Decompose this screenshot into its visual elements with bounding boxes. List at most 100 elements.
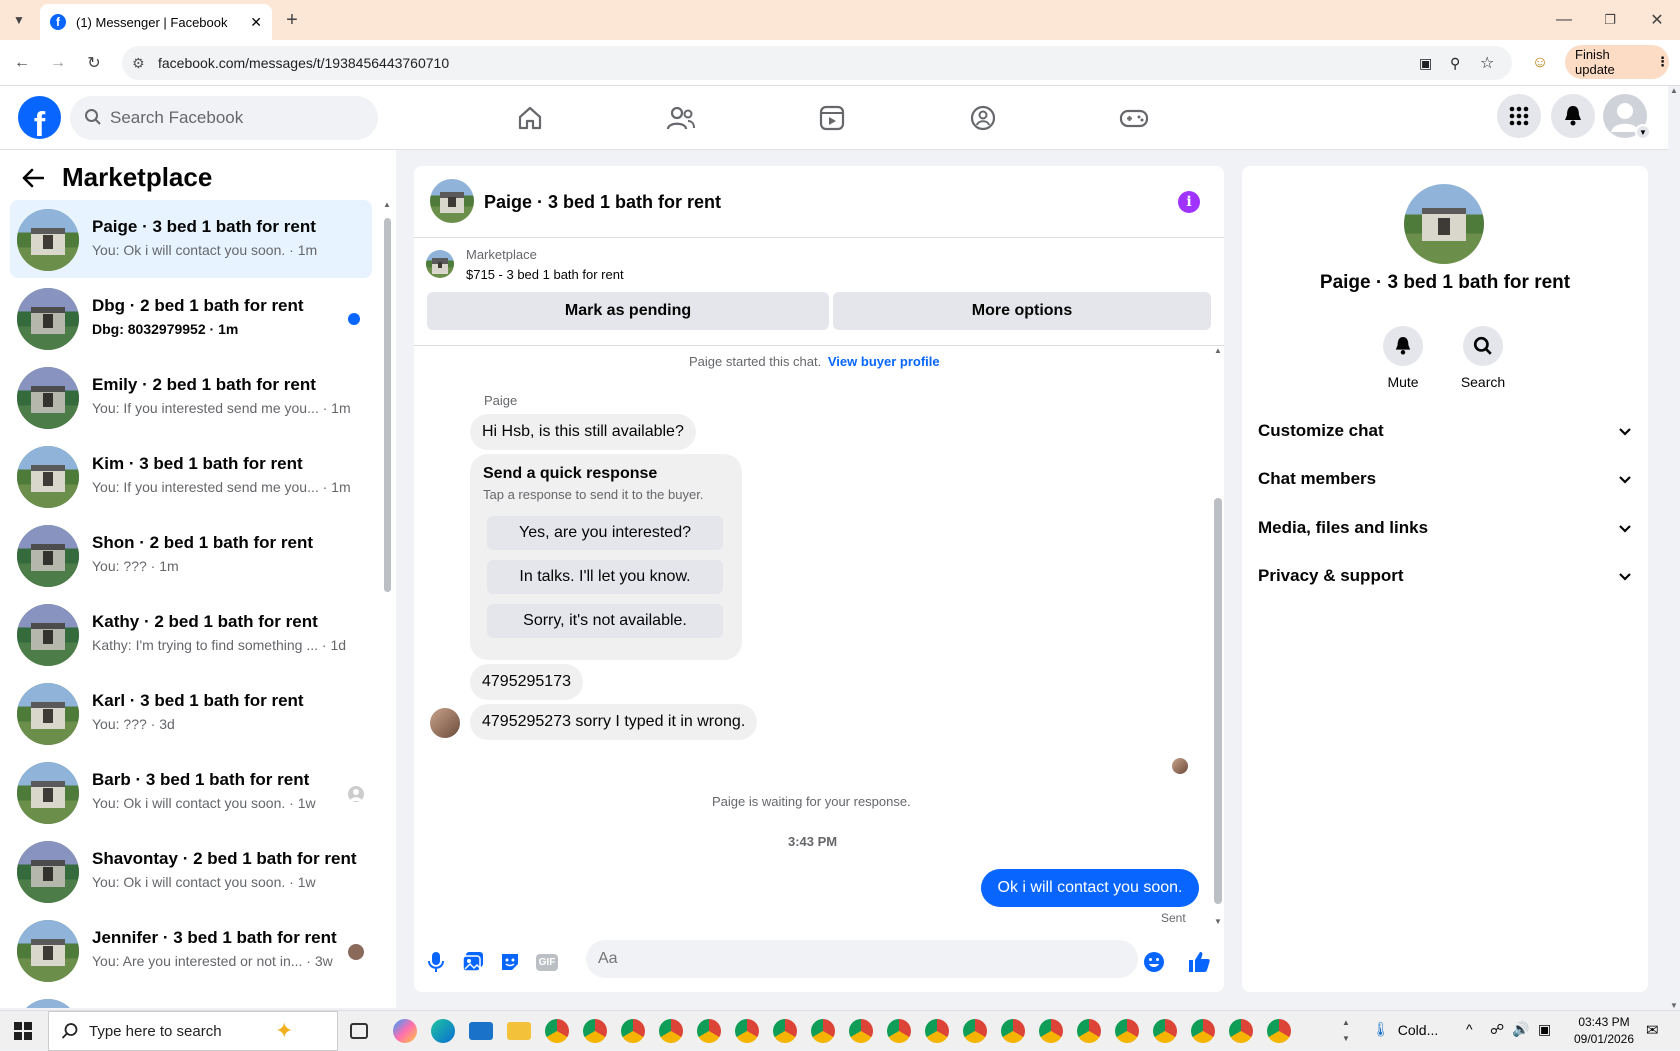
conversation-item[interactable]: Paige · 3 bed 1 bath for rent You: Ok i … xyxy=(10,200,372,278)
chrome-icon[interactable] xyxy=(849,1019,873,1043)
bookmark-star-icon[interactable]: ☆ xyxy=(1480,53,1494,73)
listing-title[interactable]: $715 - 3 bed 1 bath for rent xyxy=(466,267,624,282)
quick-response-option[interactable]: Sorry, it's not available. xyxy=(487,604,723,638)
forward-icon[interactable]: → xyxy=(48,53,68,73)
chrome-icon[interactable] xyxy=(1267,1019,1291,1043)
restore-icon[interactable]: ❐ xyxy=(1600,10,1620,30)
facebook-search-input[interactable]: Search Facebook xyxy=(70,96,378,140)
page-scrollbar[interactable]: ▲ ▼ xyxy=(1668,86,1680,1010)
chrome-icon[interactable] xyxy=(773,1019,797,1043)
chrome-icon[interactable] xyxy=(697,1019,721,1043)
privacy-support-section[interactable]: Privacy & support xyxy=(1258,556,1632,596)
scroll-up-arrow-icon[interactable]: ▲ xyxy=(1212,346,1224,355)
tab-list-icon[interactable]: ▼ xyxy=(9,10,29,30)
reload-icon[interactable]: ↻ xyxy=(84,53,104,73)
microphone-icon[interactable] xyxy=(424,950,448,974)
install-icon[interactable]: ▣ xyxy=(1419,55,1432,72)
conversation-item[interactable]: Emily · 2 bed 1 bath for rent You: If yo… xyxy=(10,358,372,436)
zoom-icon[interactable]: ⚲ xyxy=(1450,55,1460,72)
windows-start-icon[interactable] xyxy=(14,1022,32,1040)
address-bar[interactable]: ⚙ facebook.com/messages/t/19384564437607… xyxy=(122,46,1512,80)
friends-icon[interactable] xyxy=(661,100,701,136)
quick-response-option[interactable]: Yes, are you interested? xyxy=(487,516,723,550)
conversation-item[interactable]: Barb · 3 bed 1 bath for rent You: Ok i w… xyxy=(10,753,372,831)
network-icon[interactable]: ☍ xyxy=(1490,1021,1504,1038)
conversation-item[interactable]: Kim · 3 bed 1 bath for rent You: If you … xyxy=(10,437,372,515)
chrome-icon[interactable] xyxy=(925,1019,949,1043)
mute-button[interactable]: Mute xyxy=(1373,326,1433,390)
profile-icon[interactable]: ☺ xyxy=(1530,53,1550,73)
view-buyer-profile-link[interactable]: View buyer profile xyxy=(828,354,940,369)
quick-response-option[interactable]: In talks. I'll let you know. xyxy=(487,560,723,594)
search-conversation-button[interactable]: Search xyxy=(1453,326,1513,390)
mark-as-pending-button[interactable]: Mark as pending xyxy=(427,292,829,330)
account-avatar[interactable]: ▼ xyxy=(1603,94,1651,140)
taskbar-clock[interactable]: 03:43 PM 09/01/2026 xyxy=(1570,1014,1638,1048)
sender-avatar[interactable] xyxy=(430,708,460,738)
home-icon[interactable] xyxy=(510,100,550,136)
chat-members-section[interactable]: Chat members xyxy=(1258,459,1632,499)
info-icon[interactable]: i xyxy=(1178,191,1200,213)
chrome-icon[interactable] xyxy=(1191,1019,1215,1043)
close-window-icon[interactable]: ✕ xyxy=(1647,10,1667,30)
chrome-icon[interactable] xyxy=(1153,1019,1177,1043)
more-menu-icon[interactable]: ⋮ xyxy=(1656,54,1669,70)
customize-chat-section[interactable]: Customize chat xyxy=(1258,411,1632,451)
browser-tab[interactable]: f (1) Messenger | Facebook ✕ xyxy=(40,4,272,40)
file-explorer-icon[interactable] xyxy=(507,1022,531,1040)
groups-icon[interactable] xyxy=(963,100,1003,136)
back-icon[interactable]: ← xyxy=(12,53,32,73)
conversation-item[interactable]: Shon · 2 bed 1 bath for rent You: ??? · … xyxy=(10,516,372,594)
conversation-item[interactable]: Shavontay · 2 bed 1 bath for rent You: O… xyxy=(10,832,372,910)
chrome-icon[interactable] xyxy=(1039,1019,1063,1043)
back-arrow-icon[interactable] xyxy=(22,168,45,193)
conversation-item[interactable]: Jennifer · 3 bed 1 bath for rent You: Ar… xyxy=(10,911,372,989)
task-view-icon[interactable] xyxy=(350,1023,368,1039)
display-icon[interactable]: ▣ xyxy=(1538,1021,1551,1038)
media-files-links-section[interactable]: Media, files and links xyxy=(1258,508,1632,548)
taskbar-scroll-icon[interactable]: ▲ ▼ xyxy=(1342,1015,1350,1047)
scroll-down-arrow-icon[interactable]: ▼ xyxy=(1668,1001,1680,1010)
chat-header-avatar[interactable] xyxy=(430,179,474,223)
conversation-list-scrollbar[interactable]: ▲ xyxy=(382,200,392,1008)
minimize-icon[interactable]: — xyxy=(1554,10,1574,30)
video-icon[interactable] xyxy=(812,100,852,136)
chat-header-name[interactable]: Paige · 3 bed 1 bath for rent xyxy=(484,192,721,213)
weather-widget[interactable]: 🌡 Cold... xyxy=(1372,1021,1438,1038)
chrome-icon[interactable] xyxy=(811,1019,835,1043)
conversation-item[interactable] xyxy=(10,990,372,1008)
chrome-icon[interactable] xyxy=(659,1019,683,1043)
chrome-icon[interactable] xyxy=(1077,1019,1101,1043)
taskbar-search[interactable]: Type here to search ✦ xyxy=(48,1011,338,1051)
chrome-icon[interactable] xyxy=(887,1019,911,1043)
speaker-icon[interactable]: 🔊 xyxy=(1512,1021,1529,1038)
photo-icon[interactable] xyxy=(461,950,485,974)
notifications-bell-icon[interactable] xyxy=(1551,94,1595,138)
chrome-icon[interactable] xyxy=(1115,1019,1139,1043)
new-tab-icon[interactable]: + xyxy=(282,9,302,31)
chrome-icon[interactable] xyxy=(583,1019,607,1043)
chrome-icon[interactable] xyxy=(621,1019,645,1043)
sticker-icon[interactable] xyxy=(498,950,522,974)
chrome-icon[interactable] xyxy=(1229,1019,1253,1043)
chrome-icon[interactable] xyxy=(545,1019,569,1043)
scrollbar-thumb[interactable] xyxy=(384,218,391,592)
more-options-button[interactable]: More options xyxy=(833,292,1211,330)
edge-icon[interactable] xyxy=(431,1019,455,1043)
chrome-icon[interactable] xyxy=(1001,1019,1025,1043)
scroll-up-arrow-icon[interactable]: ▲ xyxy=(1668,86,1680,95)
finish-update-button[interactable]: Finish update ⋮ xyxy=(1565,45,1669,79)
copilot-icon[interactable] xyxy=(393,1019,417,1043)
conversation-item[interactable]: Karl · 3 bed 1 bath for rent You: ??? · … xyxy=(10,674,372,752)
chat-scrollbar[interactable]: ▲ ▼ xyxy=(1212,346,1224,926)
emoji-icon[interactable] xyxy=(1142,950,1166,974)
chrome-icon[interactable] xyxy=(963,1019,987,1043)
chrome-icon[interactable] xyxy=(735,1019,759,1043)
scrollbar-thumb[interactable] xyxy=(1214,498,1222,904)
gif-icon[interactable]: GIF xyxy=(535,950,559,974)
mail-icon[interactable] xyxy=(469,1022,493,1040)
menu-grid-icon[interactable] xyxy=(1497,94,1541,138)
gaming-icon[interactable] xyxy=(1114,100,1154,136)
thumbs-up-icon[interactable] xyxy=(1187,950,1211,974)
site-info-icon[interactable]: ⚙ xyxy=(132,55,145,72)
